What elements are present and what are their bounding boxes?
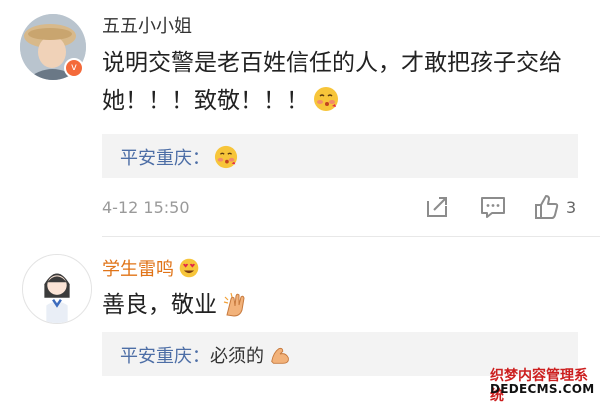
reply-username[interactable]: 平安重庆: [120, 148, 192, 169]
reply-text: 必须的: [210, 346, 264, 367]
comment-username[interactable]: 五五小小姐: [102, 12, 192, 38]
avatar-girl-illustration: [23, 255, 91, 323]
comment-text-body: 善良，敬业: [102, 292, 217, 318]
like-count: 3: [566, 198, 577, 217]
flex-arm-emoji: [271, 347, 289, 364]
verified-badge-icon: v: [64, 58, 84, 78]
thumbs-up-icon[interactable]: [532, 192, 562, 222]
reply-line: 平安重庆：必须的: [120, 342, 292, 368]
avatar[interactable]: [22, 254, 92, 324]
reply-separator: ：: [192, 346, 210, 367]
comment-icon[interactable]: [478, 192, 508, 222]
clap-hands-emoji: [223, 292, 245, 317]
blush-kiss-emoji: [314, 87, 338, 111]
divider: [102, 236, 600, 237]
comment-item: v 五五小小姐 说明交警是老百姓信任的人，才敢把孩子交给她！！！致敬！！！ 平安…: [0, 0, 600, 240]
comment-text: 善良，敬业: [102, 286, 572, 324]
comment-username-text: 学生雷鸣: [102, 259, 174, 280]
comment-text: 说明交警是老百姓信任的人，才敢把孩子交给她！！！致敬！！！: [102, 44, 572, 120]
blush-kiss-emoji: [214, 145, 238, 169]
heart-eyes-emoji: [179, 258, 199, 278]
share-icon[interactable]: [422, 192, 452, 222]
comment-username[interactable]: 学生雷鸣: [102, 255, 200, 281]
reply-separator: ：: [192, 148, 210, 169]
comment-timestamp: 4-12 15:50: [102, 198, 190, 217]
watermark-url: DEDECMS.COM: [490, 382, 595, 396]
reply-line: 平安重庆：: [120, 144, 238, 170]
reply-box[interactable]: 平安重庆：: [102, 134, 578, 178]
reply-username[interactable]: 平安重庆: [120, 346, 192, 367]
